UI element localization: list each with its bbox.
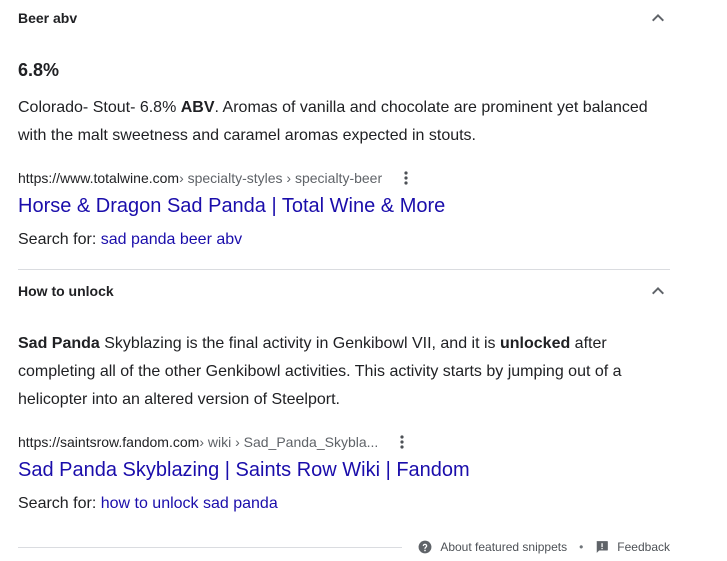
search-for: Search for: how to unlock sad panda — [18, 492, 670, 516]
section-how-to-unlock: How to unlock Sad Panda Skyblazing is th… — [18, 270, 670, 516]
answer-value: 6.8% — [18, 60, 60, 80]
snippet-part: Colorado- Stout- 6.8% — [18, 99, 181, 116]
cite-url: https://www.totalwine.com — [18, 170, 180, 186]
feedback-label: Feedback — [617, 540, 670, 554]
search-for-label: Search for: — [18, 231, 101, 248]
snippet-part: Skyblazing is the final activity in Genk… — [99, 335, 500, 352]
snippets-footer: About featured snippets • Feedback — [18, 536, 670, 558]
cite-url: https://saintsrow.fandom.com — [18, 434, 200, 450]
section-header-how-to-unlock[interactable]: How to unlock — [18, 270, 670, 312]
search-for-link[interactable]: sad panda beer abv — [101, 231, 242, 248]
feedback-icon — [596, 541, 609, 553]
chevron-up-icon[interactable] — [646, 279, 670, 303]
section-header-beer-abv[interactable]: Beer abv — [18, 0, 670, 36]
snippet-bold: ABV — [180, 99, 215, 116]
search-for: Search for: sad panda beer abv — [18, 228, 670, 252]
cite-path: › wiki › Sad_Panda_Skybla... — [199, 434, 379, 450]
section-beer-abv: Beer abv 6.8% Colorado- Stout- 6.8% ABV.… — [18, 0, 670, 270]
footer-divider — [18, 546, 403, 548]
snippet-bold: Sad Panda — [18, 335, 100, 352]
more-vert-icon[interactable] — [394, 166, 418, 190]
search-for-label: Search for: — [18, 495, 101, 512]
search-for-link[interactable]: how to unlock sad panda — [101, 495, 278, 512]
featured-snippets: Beer abv 6.8% Colorado- Stout- 6.8% ABV.… — [18, 0, 670, 516]
result-link-saints-row-wiki[interactable]: Sad Panda Skyblazing | Saints Row Wiki |… — [18, 457, 670, 483]
about-featured-snippets-link[interactable]: About featured snippets — [418, 540, 567, 554]
citation: https://www.totalwine.com › specialty-st… — [18, 166, 670, 190]
footer-separator: • — [579, 540, 584, 554]
result-link-total-wine[interactable]: Horse & Dragon Sad Panda | Total Wine & … — [18, 193, 670, 219]
about-label: About featured snippets — [440, 540, 568, 554]
snippet-text: Colorado- Stout- 6.8% ABV. Aromas of van… — [18, 94, 670, 150]
section-title: Beer abv — [18, 10, 78, 26]
snippet-text: Sad Panda Skyblazing is the final activi… — [18, 330, 670, 414]
chevron-up-icon[interactable] — [646, 6, 670, 30]
help-circle-icon — [418, 540, 432, 554]
more-vert-icon[interactable] — [390, 430, 414, 454]
cite-path: › specialty-styles › specialty-beer — [179, 170, 383, 186]
feedback-link[interactable]: Feedback — [595, 540, 670, 554]
citation: https://saintsrow.fandom.com › wiki › Sa… — [18, 430, 670, 454]
section-title: How to unlock — [18, 283, 114, 299]
snippet-bold: unlocked — [500, 335, 571, 352]
